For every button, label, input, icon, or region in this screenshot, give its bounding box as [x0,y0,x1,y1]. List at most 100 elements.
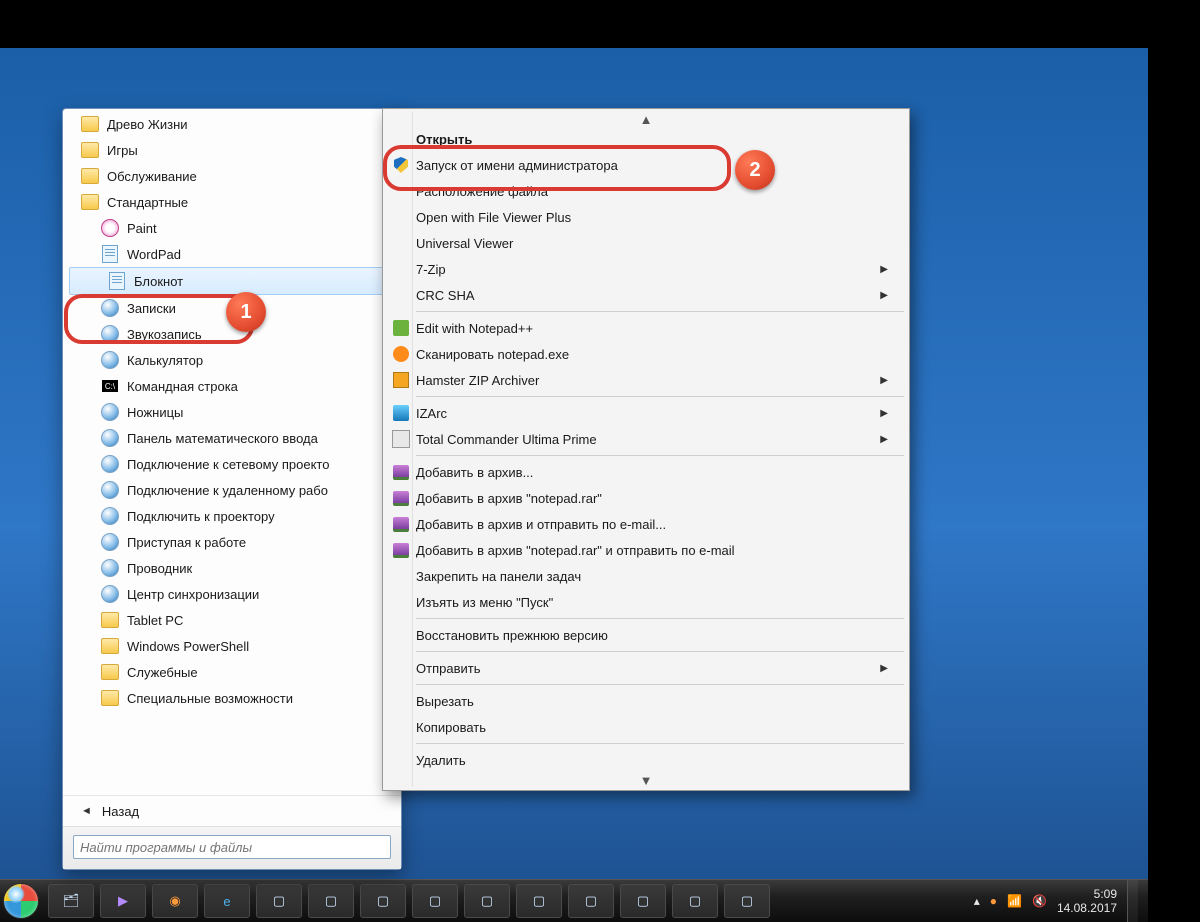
context-menu-item[interactable]: Копировать [386,714,906,740]
context-menu[interactable]: ▲ ОткрытьЗапуск от имени администратораР… [382,108,910,791]
scroll-up-icon[interactable]: ▲ [386,112,906,126]
program-item-label: Игры [107,143,138,158]
search-input[interactable] [73,835,391,859]
program-item[interactable]: Калькулятор [63,347,401,373]
program-item[interactable]: Специальные возможности [63,685,401,711]
program-item[interactable]: Подключение к сетевому проекто [63,451,401,477]
program-item-label: Windows PowerShell [127,639,249,654]
izarc-icon [393,405,409,421]
context-menu-item[interactable]: Добавить в архив "notepad.rar" [386,485,906,511]
winrar-icon-cell [386,491,416,506]
context-menu-item[interactable]: Вырезать [386,688,906,714]
taskbar-btn-app6[interactable]: ▢ [516,884,562,918]
context-menu-item[interactable]: Edit with Notepad++ [386,315,906,341]
start-button[interactable] [0,880,42,922]
context-menu-item-label: Сканировать notepad.exe [416,347,888,362]
taskbar-btn-app9[interactable]: ▢ [672,884,718,918]
program-item[interactable]: Игры [63,137,401,163]
taskbar-btn-app4[interactable]: ▢ [412,884,458,918]
program-item-notepad[interactable]: Блокнот [69,267,395,295]
tray-avast-icon[interactable]: ● [990,894,997,908]
app-icon [101,325,119,343]
taskbar-btn-media1[interactable]: ▶ [100,884,146,918]
program-item[interactable]: Стандартные [63,189,401,215]
notepadpp-icon-cell [386,320,416,336]
program-item[interactable]: WordPad [63,241,401,267]
program-item[interactable]: Служебные [63,659,401,685]
context-menu-item[interactable]: Запуск от имени администратора [386,152,906,178]
program-item[interactable]: Панель математического ввода [63,425,401,451]
scroll-down-icon[interactable]: ▼ [386,773,906,787]
back-arrow-icon: ◄ [81,805,92,817]
context-menu-item[interactable]: Сканировать notepad.exe [386,341,906,367]
context-menu-item[interactable]: Total Commander Ultima Prime▶ [386,426,906,452]
program-item-label: Звукозапись [127,327,202,342]
taskbar-btn-app10[interactable]: ▢ [724,884,770,918]
context-menu-item-label: CRC SHA [416,288,872,303]
tray-volume-icon[interactable]: 🔇 [1032,894,1047,908]
program-item[interactable]: C:\Командная строка [63,373,401,399]
context-menu-item[interactable]: Добавить в архив "notepad.rar" и отправи… [386,537,906,563]
context-menu-item[interactable]: Закрепить на панели задач [386,563,906,589]
program-item-label: Панель математического ввода [127,431,318,446]
taskbar-btn-ie[interactable]: e [204,884,250,918]
context-menu-item[interactable]: Восстановить прежнюю версию [386,622,906,648]
taskbar-btn-explorer[interactable]: 🗂 [48,884,94,918]
context-menu-item-label: Edit with Notepad++ [416,321,888,336]
taskbar-btn-app7[interactable]: ▢ [568,884,614,918]
program-item[interactable]: Проводник [63,555,401,581]
taskbar-btn-app1[interactable]: ▢ [256,884,302,918]
tray-network-icon[interactable]: 📶 [1007,894,1022,908]
winrar-icon-cell [386,465,416,480]
taskbar-btn-app8[interactable]: ▢ [620,884,666,918]
show-desktop-button[interactable] [1127,880,1138,922]
submenu-arrow-icon: ▶ [880,264,888,275]
app-icon [101,533,119,551]
program-item[interactable]: Windows PowerShell [63,633,401,659]
program-item[interactable]: Приступая к работе [63,529,401,555]
programs-list[interactable]: Древо Жизни Игры Обслуживание СтандартныеPa… [63,109,401,795]
context-menu-item[interactable]: CRC SHA▶ [386,282,906,308]
program-item-label: Калькулятор [127,353,203,368]
taskbar-btn-app5[interactable]: ▢ [464,884,510,918]
context-menu-item[interactable]: Открыть [386,126,906,152]
context-menu-item[interactable]: Расположение файла [386,178,906,204]
program-item[interactable]: Ножницы [63,399,401,425]
program-item[interactable]: Подключить к проектору [63,503,401,529]
folder-icon [101,637,119,655]
taskbar-btn-media2[interactable]: ◉ [152,884,198,918]
context-menu-item[interactable]: Open with File Viewer Plus [386,204,906,230]
program-item-label: Древо Жизни [107,117,188,132]
app-icon [101,507,119,525]
context-menu-item[interactable]: Добавить в архив и отправить по e-mail..… [386,511,906,537]
notepadpp-icon [393,320,409,336]
program-item[interactable]: Paint [63,215,401,241]
shield-icon-cell [386,157,416,173]
program-item-label: Специальные возможности [127,691,293,706]
context-menu-item[interactable]: Удалить [386,747,906,773]
program-item[interactable]: Tablet PC [63,607,401,633]
context-menu-item[interactable]: Изъять из меню "Пуск" [386,589,906,615]
program-item[interactable]: Древо Жизни [63,111,401,137]
taskbar-btn-app2[interactable]: ▢ [308,884,354,918]
program-item-label: Обслуживание [107,169,197,184]
notepad-icon [101,245,119,263]
program-item[interactable]: Подключение к удаленному рабо [63,477,401,503]
context-menu-item-label: Закрепить на панели задач [416,569,888,584]
context-menu-item[interactable]: Добавить в архив... [386,459,906,485]
context-menu-item[interactable]: Hamster ZIP Archiver▶ [386,367,906,393]
app-icon [101,351,119,369]
tray-up-icon[interactable]: ▴ [974,894,980,908]
context-menu-item[interactable]: Отправить▶ [386,655,906,681]
app-icon [101,455,119,473]
program-item[interactable]: Центр синхронизации [63,581,401,607]
back-button[interactable]: ◄ Назад [63,795,401,826]
program-item[interactable]: Обслуживание [63,163,401,189]
context-menu-item[interactable]: IZArc▶ [386,400,906,426]
clock[interactable]: 5:09 14.08.2017 [1057,887,1117,915]
taskbar-btn-app3[interactable]: ▢ [360,884,406,918]
notepad-icon [108,272,126,290]
app-icon [101,559,119,577]
context-menu-item[interactable]: Universal Viewer [386,230,906,256]
context-menu-item[interactable]: 7-Zip▶ [386,256,906,282]
